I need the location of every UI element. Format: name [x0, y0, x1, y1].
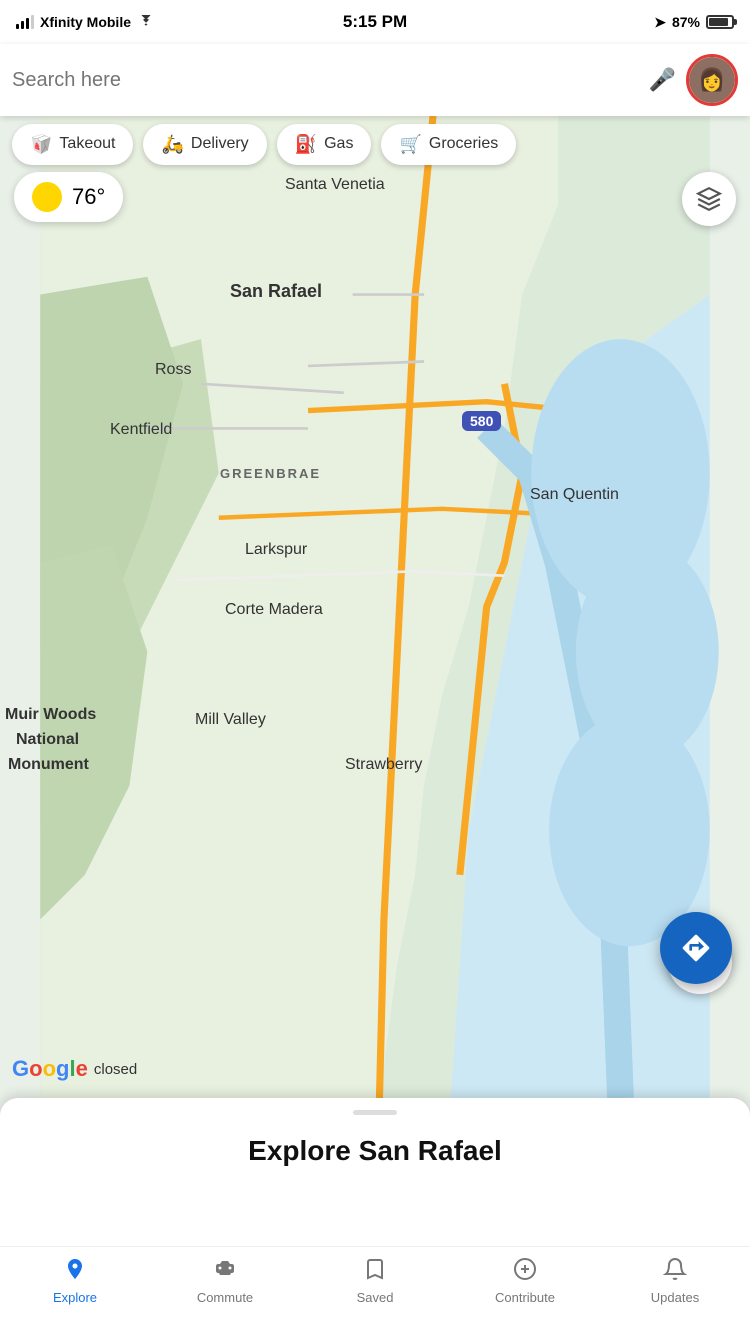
chip-gas-label: Gas: [324, 135, 353, 153]
signal-bars: [16, 15, 34, 29]
weather-widget: 76°: [14, 172, 123, 222]
google-logo: Google closed: [12, 1056, 137, 1082]
layers-icon: [696, 186, 722, 212]
nav-label-commute: Commute: [197, 1290, 253, 1305]
chip-takeout[interactable]: 🥡 Takeout: [12, 124, 133, 165]
chip-delivery-label: Delivery: [191, 135, 249, 153]
wifi-icon: [137, 15, 155, 29]
bottom-nav: Explore Commute Saved Contribute: [0, 1246, 750, 1334]
map-area[interactable]: Santa Venetia San Rafael Ross Kentfield …: [0, 116, 750, 1098]
search-input-wrap: 🎤: [12, 67, 676, 93]
nav-label-contribute: Contribute: [495, 1290, 555, 1305]
chip-takeout-label: Takeout: [59, 135, 115, 153]
location-arrow-icon: ➤: [654, 14, 666, 31]
status-time: 5:15 PM: [343, 12, 407, 32]
directions-fab[interactable]: [660, 912, 732, 984]
nav-item-updates[interactable]: Updates: [600, 1257, 750, 1305]
nav-item-commute[interactable]: Commute: [150, 1257, 300, 1305]
chip-delivery[interactable]: 🛵 Delivery: [143, 124, 266, 165]
chips-bar: 🥡 Takeout 🛵 Delivery ⛽ Gas 🛒 Groceries: [0, 116, 750, 172]
user-avatar[interactable]: 👩: [686, 54, 738, 106]
map-svg: [0, 116, 750, 1098]
battery-percent: 87%: [672, 14, 700, 30]
temperature: 76°: [72, 184, 105, 210]
status-right: ➤ 87%: [654, 14, 734, 31]
status-left: Xfinity Mobile: [16, 14, 155, 30]
chip-groceries-label: Groceries: [429, 135, 498, 153]
takeout-icon: 🥡: [30, 134, 52, 155]
search-bar: 🎤 👩: [0, 44, 750, 116]
nav-item-contribute[interactable]: Contribute: [450, 1257, 600, 1305]
google-closed-label: closed: [94, 1061, 137, 1078]
commute-icon: [213, 1257, 237, 1286]
search-input[interactable]: [12, 69, 637, 92]
nav-label-updates: Updates: [651, 1290, 699, 1305]
groceries-icon: 🛒: [399, 134, 421, 155]
nav-item-saved[interactable]: Saved: [300, 1257, 450, 1305]
avatar-image: 👩: [689, 57, 735, 103]
gas-icon: ⛽: [295, 134, 317, 155]
directions-icon: [680, 932, 712, 964]
nav-label-explore: Explore: [53, 1290, 97, 1305]
mic-icon[interactable]: 🎤: [649, 67, 676, 93]
sheet-handle: [353, 1110, 397, 1115]
delivery-icon: 🛵: [161, 134, 183, 155]
highway-580-badge: 580: [462, 411, 501, 431]
chip-groceries[interactable]: 🛒 Groceries: [381, 124, 516, 165]
layers-button[interactable]: [682, 172, 736, 226]
updates-icon: [663, 1257, 687, 1286]
sun-icon: [32, 182, 62, 212]
bottom-sheet: Explore San Rafael: [0, 1098, 750, 1246]
nav-label-saved: Saved: [357, 1290, 394, 1305]
explore-icon: [63, 1257, 87, 1286]
chip-gas[interactable]: ⛽ Gas: [277, 124, 372, 165]
battery-indicator: [706, 15, 734, 29]
nav-item-explore[interactable]: Explore: [0, 1257, 150, 1305]
carrier-label: Xfinity Mobile: [40, 14, 131, 30]
contribute-icon: [513, 1257, 537, 1286]
sheet-title: Explore San Rafael: [248, 1135, 502, 1167]
saved-icon: [363, 1257, 387, 1286]
status-bar: Xfinity Mobile 5:15 PM ➤ 87%: [0, 0, 750, 44]
